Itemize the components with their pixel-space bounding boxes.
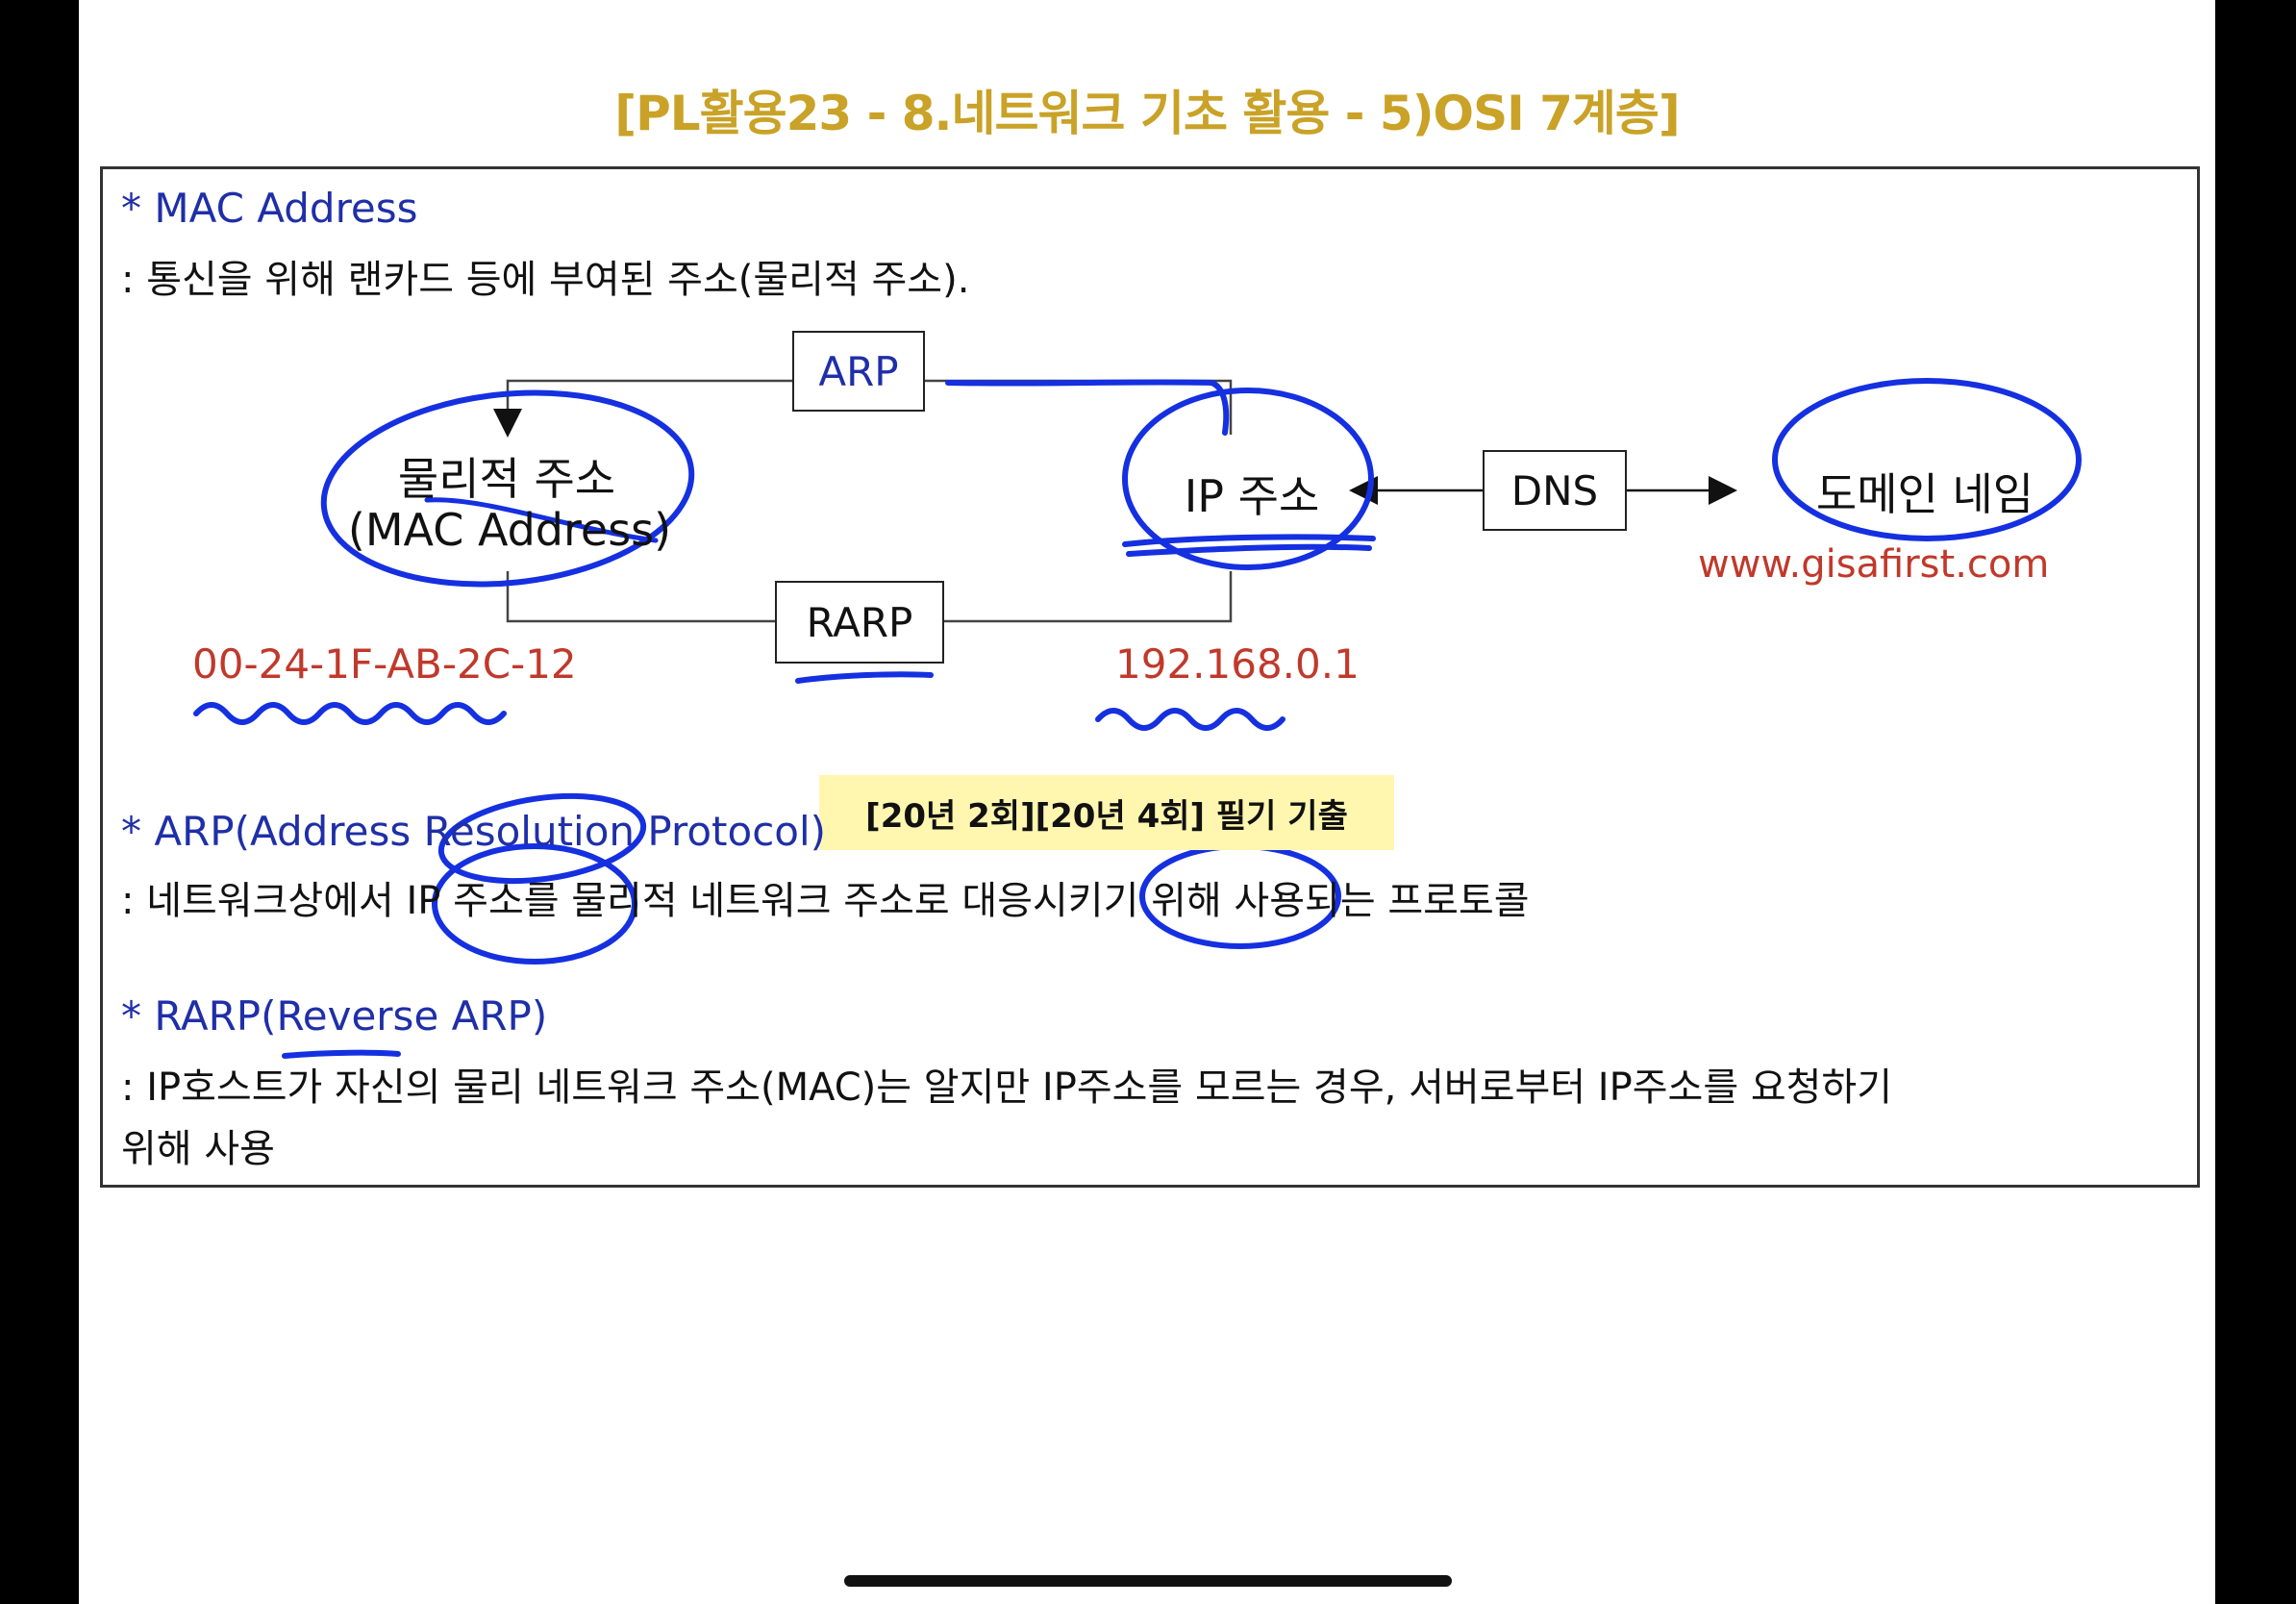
arp-box: ARP	[792, 331, 925, 412]
physical-address-label: 물리적 주소	[397, 453, 616, 505]
mac-heading: * MAC Address	[121, 185, 418, 232]
arp-heading: * ARP(Address Resolution Protocol)	[121, 808, 827, 855]
mac-description: : 통신을 위해 랜카드 등에 부여된 주소(물리적 주소).	[121, 258, 970, 302]
ip-address-label: IP 주소	[1184, 470, 1320, 522]
ip-example: 192.168.0.1	[1115, 640, 1360, 688]
rarp-box: RARP	[775, 581, 944, 664]
exam-badge: [20년 2회][20년 4회] 필기 기출	[819, 775, 1394, 850]
domain-name-label: 도메인 네임	[1815, 468, 2034, 520]
domain-example: www.gisafirst.com	[1698, 542, 2050, 587]
arp-description: : 네트워크상에서 IP 주소를 물리적 네트워크 주소로 대응시키기 위해 사…	[121, 879, 1530, 923]
rarp-description-line2: 위해 사용	[121, 1127, 275, 1171]
rarp-heading: * RARP(Reverse ARP)	[121, 992, 548, 1040]
rarp-description-line1: : IP호스트가 자신의 물리 네트워크 주소(MAC)는 알지만 IP주소를 …	[121, 1065, 1893, 1110]
mac-example: 00-24-1F-AB-2C-12	[192, 640, 577, 688]
slide-title: [PL활용23 - 8.네트워크 기초 활용 - 5)OSI 7계층]	[614, 86, 1680, 141]
slide-page: [PL활용23 - 8.네트워크 기초 활용 - 5)OSI 7계층] * MA…	[79, 0, 2215, 1604]
mac-address-label: (MAC Address)	[347, 504, 672, 556]
dns-box: DNS	[1483, 450, 1627, 531]
home-indicator[interactable]	[844, 1575, 1452, 1587]
